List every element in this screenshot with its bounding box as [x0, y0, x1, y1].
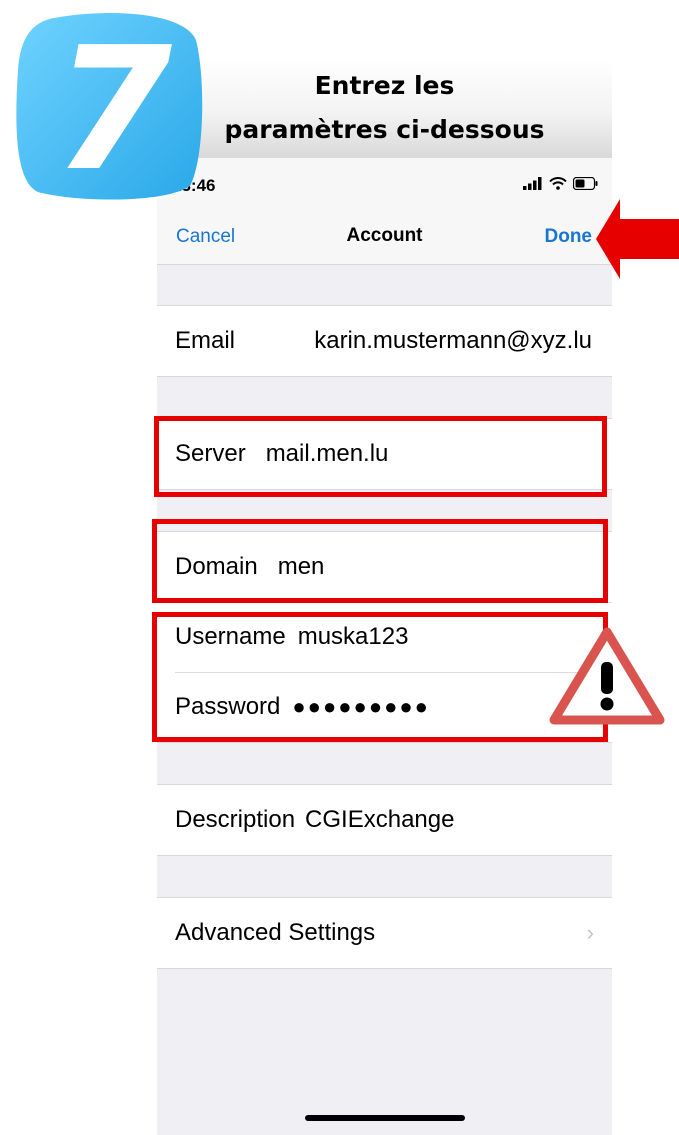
- step-number: 7: [54, 11, 172, 200]
- email-field[interactable]: karin.mustermann@xyz.lu: [314, 327, 612, 355]
- email-label: Email: [175, 327, 236, 354]
- done-button[interactable]: Done: [545, 226, 593, 248]
- domain-highlight-box: [152, 519, 608, 603]
- arrow-left-icon: [596, 199, 679, 279]
- server-highlight-box: [154, 416, 607, 497]
- description-group: Description CGIExchange: [157, 784, 612, 856]
- instruction-banner: Entrez les paramètres ci-dessous: [157, 58, 612, 158]
- description-row[interactable]: Description CGIExchange: [157, 785, 612, 855]
- warning-icon: [549, 627, 665, 725]
- status-bar: 13:46: [157, 158, 612, 204]
- instruction-line-1: Entrez les: [314, 71, 455, 100]
- battery-icon: [573, 176, 598, 190]
- signal-icon: [523, 176, 542, 190]
- credentials-highlight-box: [152, 612, 608, 742]
- navigation-bar: Cancel Account Done: [157, 204, 612, 265]
- advanced-settings-row[interactable]: Advanced Settings ›: [157, 898, 612, 968]
- home-indicator[interactable]: [305, 1115, 465, 1121]
- email-row[interactable]: Email karin.mustermann@xyz.lu: [157, 306, 612, 376]
- email-group: Email karin.mustermann@xyz.lu: [157, 305, 612, 377]
- description-label: Description: [175, 806, 296, 833]
- advanced-settings-label: Advanced Settings: [175, 919, 376, 946]
- status-icons: [523, 176, 598, 190]
- instruction-line-2: paramètres ci-dessous: [224, 115, 545, 144]
- step-number-badge: 7: [16, 11, 203, 200]
- advanced-group: Advanced Settings ›: [157, 897, 612, 969]
- description-field[interactable]: CGIExchange: [305, 806, 474, 834]
- chevron-right-icon: ›: [586, 920, 594, 945]
- wifi-icon: [549, 176, 567, 190]
